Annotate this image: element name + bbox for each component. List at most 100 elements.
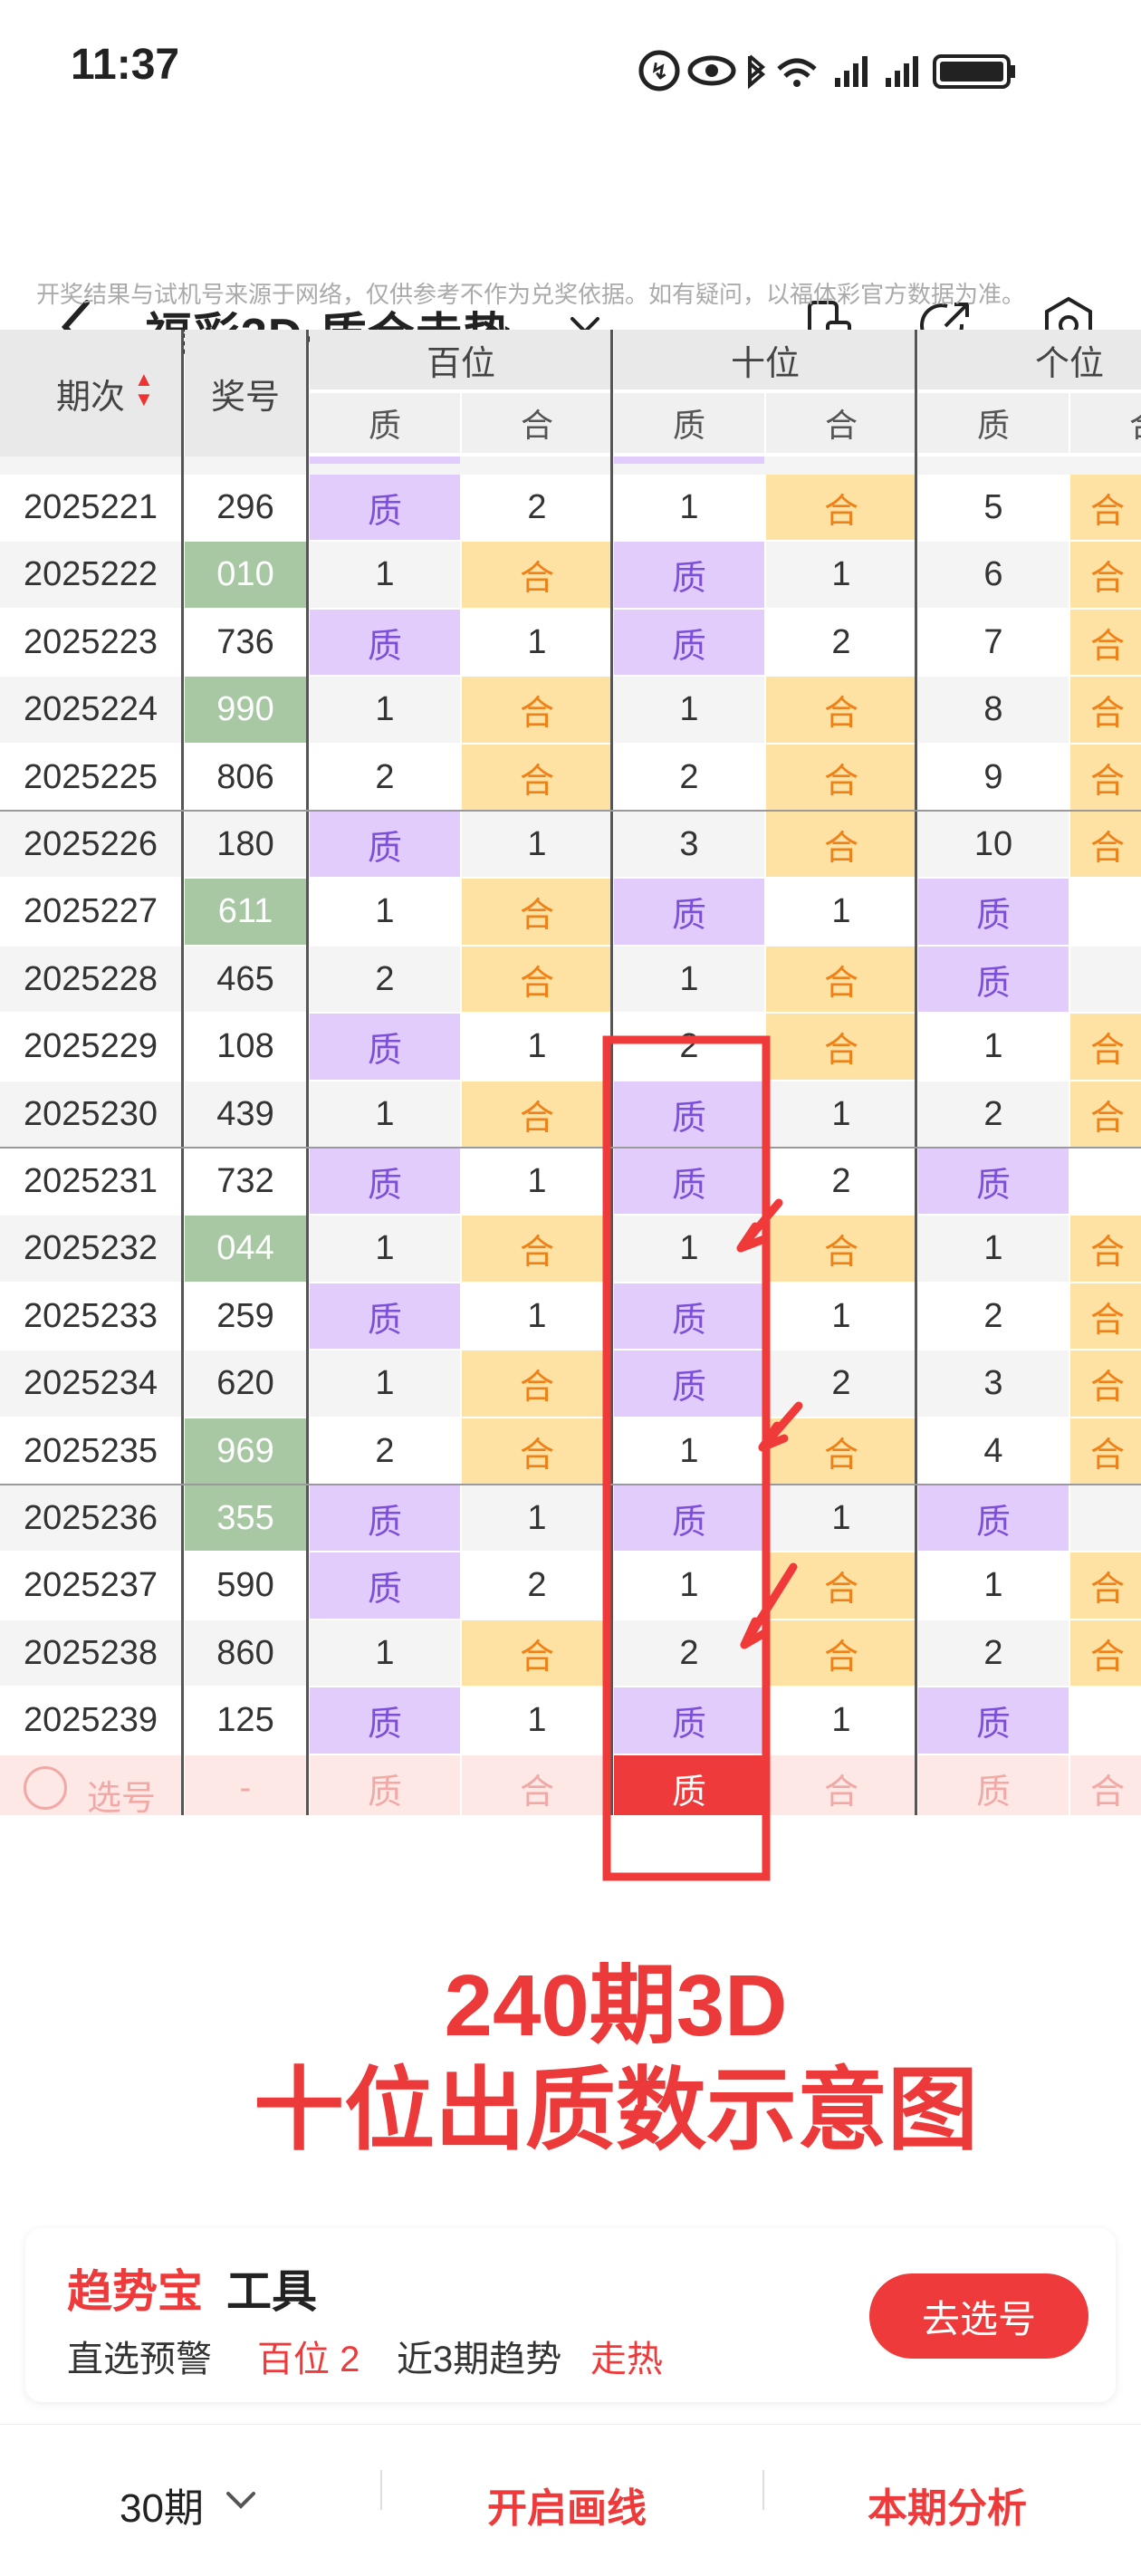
- trend-cell[interactable]: 1: [310, 1216, 460, 1282]
- trend-cell[interactable]: 合: [766, 745, 916, 810]
- trend-cell[interactable]: 合: [1070, 1081, 1141, 1147]
- trend-cell[interactable]: 1: [614, 1418, 764, 1484]
- trend-cell[interactable]: 1: [462, 1485, 612, 1551]
- trend-cell[interactable]: 2: [614, 1014, 764, 1080]
- trend-cell[interactable]: 质: [310, 1149, 460, 1214]
- trend-cell[interactable]: 质: [614, 1149, 764, 1214]
- trend-cell[interactable]: 质: [614, 1283, 764, 1349]
- period-select[interactable]: 30期: [120, 2475, 204, 2533]
- trend-cell[interactable]: 合: [1070, 542, 1141, 608]
- pick-cell[interactable]: 质: [918, 1755, 1069, 1815]
- trend-cell[interactable]: 1: [462, 1014, 612, 1080]
- trend-cell[interactable]: 质: [310, 1485, 460, 1551]
- trend-cell[interactable]: 1: [918, 1014, 1069, 1080]
- trend-cell[interactable]: 10: [918, 812, 1069, 877]
- trend-cell[interactable]: [1070, 947, 1141, 1012]
- trend-cell[interactable]: [1070, 1485, 1141, 1551]
- trend-cell[interactable]: 合: [1070, 677, 1141, 743]
- trend-cell[interactable]: 合: [462, 1216, 612, 1282]
- trend-cell[interactable]: 1: [310, 542, 460, 608]
- trend-cell[interactable]: 合: [1070, 1418, 1141, 1484]
- pick-cell[interactable]: 质: [310, 1755, 460, 1815]
- trend-cell[interactable]: 质: [918, 879, 1069, 945]
- trend-cell[interactable]: 合: [462, 1418, 612, 1484]
- trend-cell[interactable]: 3: [918, 1350, 1069, 1417]
- trend-cell[interactable]: 2: [918, 1081, 1069, 1147]
- trend-cell[interactable]: 合: [1070, 1283, 1141, 1349]
- trend-cell[interactable]: 2: [614, 1620, 764, 1686]
- trend-cell[interactable]: 质: [614, 1350, 764, 1417]
- trend-cell[interactable]: 质: [310, 1552, 460, 1619]
- trend-cell[interactable]: 合: [462, 879, 612, 945]
- pick-circle-icon[interactable]: [24, 1766, 67, 1810]
- trend-cell[interactable]: 1: [310, 1350, 460, 1417]
- trend-cell[interactable]: 9: [918, 745, 1069, 810]
- trend-cell[interactable]: 合: [1070, 1350, 1141, 1417]
- trend-cell[interactable]: 质: [614, 1081, 764, 1147]
- pick-cell[interactable]: 合: [1070, 1755, 1141, 1815]
- trend-cell[interactable]: 合: [766, 1552, 916, 1619]
- trend-cell[interactable]: 合: [766, 1014, 916, 1080]
- trend-cell[interactable]: 3: [614, 812, 764, 877]
- trend-cell[interactable]: [1070, 1687, 1141, 1754]
- trend-cell[interactable]: 质: [918, 947, 1069, 1012]
- trend-cell[interactable]: 质: [310, 1014, 460, 1080]
- go-select-button[interactable]: 去选号: [869, 2273, 1088, 2359]
- trend-cell[interactable]: 合: [1070, 1014, 1141, 1080]
- trend-cell[interactable]: 合: [766, 475, 916, 540]
- trend-cell[interactable]: 1: [766, 1283, 916, 1349]
- trend-cell[interactable]: 质: [918, 1485, 1069, 1551]
- trend-cell[interactable]: 1: [766, 1687, 916, 1754]
- pick-row-label-text[interactable]: 选号: [87, 1770, 156, 1815]
- trend-cell[interactable]: 质: [310, 610, 460, 675]
- trend-cell[interactable]: 7: [918, 610, 1069, 675]
- trend-cell[interactable]: 2: [766, 1350, 916, 1417]
- trend-cell[interactable]: 1: [614, 677, 764, 743]
- trend-cell[interactable]: 合: [1070, 745, 1141, 810]
- trend-cell[interactable]: 合: [1070, 1552, 1141, 1619]
- trend-cell[interactable]: 2: [614, 745, 764, 810]
- trend-cell[interactable]: 1: [310, 1081, 460, 1147]
- trend-cell[interactable]: [1070, 879, 1141, 945]
- trend-cell[interactable]: 1: [614, 475, 764, 540]
- trend-cell[interactable]: 1: [310, 677, 460, 743]
- trend-cell[interactable]: 质: [918, 1687, 1069, 1754]
- trend-cell[interactable]: 合: [766, 947, 916, 1012]
- trend-cell[interactable]: 合: [462, 542, 612, 608]
- trend-cell[interactable]: 1: [918, 1552, 1069, 1619]
- trend-cell[interactable]: 质: [310, 812, 460, 877]
- trend-cell[interactable]: 合: [1070, 1620, 1141, 1686]
- trend-cell[interactable]: 1: [614, 1552, 764, 1619]
- trend-cell[interactable]: [1070, 1149, 1141, 1214]
- trend-cell[interactable]: 合: [462, 745, 612, 810]
- trend-cell[interactable]: 合: [1070, 610, 1141, 675]
- trend-cell[interactable]: 质: [310, 1283, 460, 1349]
- trend-cell[interactable]: 合: [462, 1620, 612, 1686]
- trend-cell[interactable]: 1: [462, 1687, 612, 1754]
- pick-cell[interactable]: 合: [462, 1755, 612, 1815]
- trend-cell[interactable]: 2: [766, 610, 916, 675]
- trend-cell[interactable]: 1: [918, 1216, 1069, 1282]
- trend-cell[interactable]: 质: [310, 1687, 460, 1754]
- trend-cell[interactable]: 2: [462, 1552, 612, 1619]
- trend-cell[interactable]: 4: [918, 1418, 1069, 1484]
- trend-cell[interactable]: 5: [918, 475, 1069, 540]
- pick-cell[interactable]: 质: [614, 1755, 764, 1815]
- period-header[interactable]: 期次: [0, 330, 181, 457]
- trend-cell[interactable]: 质: [614, 879, 764, 945]
- trend-cell[interactable]: 1: [310, 1620, 460, 1686]
- trend-cell[interactable]: 1: [766, 879, 916, 945]
- trend-cell[interactable]: 2: [918, 1620, 1069, 1686]
- trend-cell[interactable]: 1: [462, 1283, 612, 1349]
- trend-cell[interactable]: 1: [462, 812, 612, 877]
- trend-cell[interactable]: 1: [766, 542, 916, 608]
- trend-cell[interactable]: 1: [614, 947, 764, 1012]
- trend-cell[interactable]: 质: [614, 1687, 764, 1754]
- trend-cell[interactable]: 1: [766, 1485, 916, 1551]
- trend-cell[interactable]: 质: [614, 542, 764, 608]
- trend-cell[interactable]: 1: [462, 610, 612, 675]
- trend-cell[interactable]: 合: [1070, 1216, 1141, 1282]
- trend-cell[interactable]: 合: [766, 1418, 916, 1484]
- trend-cell[interactable]: 质: [614, 610, 764, 675]
- trend-cell[interactable]: 8: [918, 677, 1069, 743]
